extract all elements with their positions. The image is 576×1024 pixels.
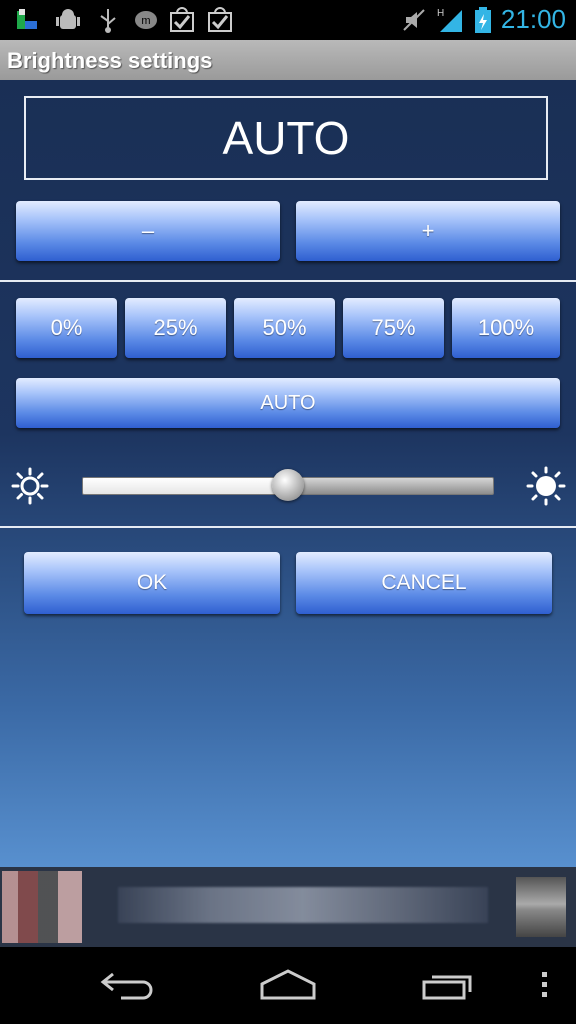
app-notification-icon <box>14 6 42 34</box>
preset-25-button[interactable]: 25% <box>125 298 226 358</box>
svg-text:H: H <box>437 8 444 19</box>
ok-button[interactable]: OK <box>24 552 280 614</box>
navigation-bar <box>0 947 576 1024</box>
signal-h-icon: H <box>436 6 464 34</box>
download-complete-icon <box>206 6 234 34</box>
clock: 21:00 <box>500 4 566 34</box>
divider <box>0 526 576 528</box>
android-debug-icon <box>54 6 82 34</box>
preset-100-button[interactable]: 100% <box>452 298 560 358</box>
brightness-display: AUTO <box>24 96 548 180</box>
menu-icon[interactable] <box>530 965 560 1005</box>
brightness-value: AUTO <box>222 112 350 164</box>
status-bar: m H 21:00 <box>0 0 576 40</box>
ad-thumbnail <box>516 877 566 937</box>
increase-button[interactable]: + <box>296 201 560 261</box>
download-complete-icon <box>168 6 196 34</box>
back-icon[interactable] <box>96 965 160 1005</box>
brightness-dialog: AUTO – + 0% 25% 50% 75% 100% AUTO OK CAN… <box>0 80 576 867</box>
brightness-high-icon <box>526 466 566 506</box>
decrease-button[interactable]: – <box>16 201 280 261</box>
auto-button[interactable]: AUTO <box>16 378 560 428</box>
mute-icon <box>400 6 428 34</box>
divider <box>0 280 576 282</box>
recent-apps-icon[interactable] <box>416 965 480 1005</box>
dialog-title-bar: Brightness settings <box>0 40 576 80</box>
ad-banner[interactable] <box>0 867 576 947</box>
ad-text-blurred <box>118 887 488 923</box>
slider-fill <box>83 478 288 494</box>
home-icon[interactable] <box>256 965 320 1005</box>
dialog-title: Brightness settings <box>7 48 213 73</box>
cancel-button[interactable]: CANCEL <box>296 552 552 614</box>
preset-75-button[interactable]: 75% <box>343 298 444 358</box>
slider-thumb[interactable] <box>272 469 304 501</box>
ad-image <box>2 871 82 943</box>
preset-0-button[interactable]: 0% <box>16 298 117 358</box>
usb-icon <box>94 6 122 34</box>
messenger-icon: m <box>132 6 160 34</box>
preset-50-button[interactable]: 50% <box>234 298 335 358</box>
svg-text:m: m <box>141 15 150 27</box>
brightness-low-icon <box>11 467 49 505</box>
battery-charging-icon <box>470 6 498 34</box>
